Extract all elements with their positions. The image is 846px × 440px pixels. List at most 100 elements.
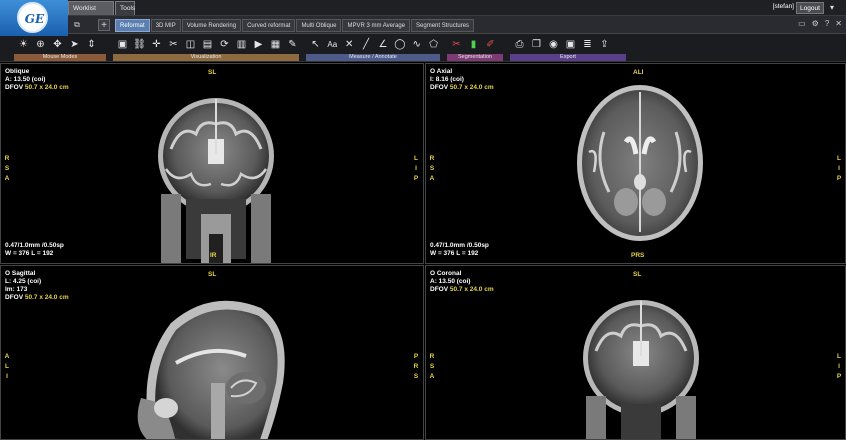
visualization-group: ▣ ⛓ ✛ ✂ ◫ ▤ ⟳ ▥ ▶ ▦ ✎ Visualization	[113, 35, 299, 61]
slice-thickness: 0.47/1.0mm /0.50sp	[430, 242, 489, 249]
tab-mpvr-average[interactable]: MPVR 3 mm Average	[342, 19, 411, 32]
help-icon[interactable]: ?	[825, 19, 829, 28]
orientation-top: ALI	[633, 69, 644, 76]
orientation-left: RSA	[429, 155, 435, 182]
measure-annotate-group: ↖ Aa ✕ ╱ ∠ ◯ ∿ ⬠ Measure / Annotate	[306, 35, 440, 61]
coronal-brain-image	[158, 98, 274, 263]
angle-icon[interactable]: ∠	[377, 38, 390, 51]
tab-volume-rendering[interactable]: Volume Rendering	[181, 19, 242, 32]
box-icon[interactable]: ▤	[201, 38, 214, 51]
arrow-icon[interactable]: ↖	[309, 38, 322, 51]
protocol-bar: ⧉ + Reformat 3D MIP Volume Rendering Cur…	[68, 16, 846, 34]
close-icon[interactable]: ✕	[835, 19, 842, 28]
ellipse-icon[interactable]: ◯	[393, 38, 406, 51]
orientation-right: LIP	[836, 353, 842, 380]
layout-toggle-icon[interactable]: ⧉	[70, 18, 84, 32]
dropdown-icon[interactable]: ▾	[830, 3, 834, 12]
orientation-left: RSA	[4, 155, 10, 182]
camera-icon[interactable]: ◉	[547, 38, 560, 51]
save-icon[interactable]: ▣	[564, 38, 577, 51]
scroll-icon[interactable]: ⇕	[85, 38, 98, 51]
paint-icon[interactable]: ✎	[286, 38, 299, 51]
cross-icon[interactable]: ✕	[343, 38, 356, 51]
dfov-readout: DFOV 50.7 x 24.0 cm	[5, 84, 69, 91]
scissors-icon[interactable]: ✂	[450, 38, 463, 51]
rotate-icon[interactable]: ⟳	[218, 38, 231, 51]
orientation-right: PRS	[413, 353, 419, 380]
pen-icon[interactable]: ✐	[484, 38, 497, 51]
slice-thickness: 0.47/1.0mm /0.50sp	[5, 242, 64, 249]
viewport-title: Oblique	[5, 68, 30, 75]
polygon-icon[interactable]: ⬠	[427, 38, 440, 51]
orientation-bottom: IR	[210, 252, 217, 259]
screen-layout-icon[interactable]: ▥	[235, 38, 248, 51]
region-grow-icon[interactable]: ▮	[467, 38, 480, 51]
report-icon[interactable]: ≣	[581, 38, 594, 51]
crosshair-icon[interactable]: ✛	[150, 38, 163, 51]
line-icon[interactable]: ╱	[360, 38, 373, 51]
logo-text: GE	[24, 12, 45, 26]
gear-icon[interactable]: ⚙	[812, 19, 819, 28]
window-level: W = 376 L = 192	[430, 250, 479, 257]
film-icon[interactable]: ▶	[252, 38, 265, 51]
dfov-readout: DFOV 50.7 x 24.0 cm	[430, 84, 494, 91]
viewport-axial[interactable]: O Axial I: 8.16 (coi) DFOV 50.7 x 24.0 c…	[425, 63, 846, 264]
viewport-info: O Sagittal L: 4.25 (coi) Im: 173 DFOV 50…	[5, 270, 69, 302]
viewport-sagittal[interactable]: O Sagittal L: 4.25 (coi) Im: 173 DFOV 50…	[0, 265, 424, 440]
user-label: [stefan]	[772, 3, 794, 10]
export-icon[interactable]: ⇪	[598, 38, 611, 51]
logout-button[interactable]: Logout	[796, 2, 824, 14]
coronal-brain-image	[583, 300, 699, 439]
brightness-icon[interactable]: ☀	[17, 38, 30, 51]
viewport-title: O Coronal	[430, 270, 462, 277]
curve-icon[interactable]: ∿	[410, 38, 423, 51]
grid-icon[interactable]: ▦	[269, 38, 282, 51]
copy-icon[interactable]: ❐	[530, 38, 543, 51]
group-label: Measure / Annotate	[306, 54, 440, 61]
print-icon[interactable]: ⎙	[513, 38, 526, 51]
top-bar: Worklist Browser Tools [stefan] Logout ▾	[0, 0, 846, 26]
zoom-icon[interactable]: ⊕	[34, 38, 47, 51]
segmentation-group: ✂ ▮ ✐ Segmentation	[447, 35, 503, 61]
pointer-icon[interactable]: ➤	[68, 38, 81, 51]
tab-tools[interactable]: Tools	[115, 1, 135, 15]
position-readout: A: 13.50 (coi)	[430, 278, 471, 285]
tab-curved-reformat[interactable]: Curved reformat	[242, 19, 296, 32]
tab-reformat[interactable]: Reformat	[115, 19, 150, 32]
viewport-coronal[interactable]: O Coronal A: 13.50 (coi) DFOV 50.7 x 24.…	[425, 265, 846, 440]
group-label: Mouse Modes	[14, 54, 106, 61]
text-icon[interactable]: Aa	[326, 38, 339, 51]
orientation-left: ALI	[4, 353, 10, 380]
cube-icon[interactable]: ◫	[184, 38, 197, 51]
viewport-title: O Sagittal	[5, 270, 36, 277]
viewport-info: O Coronal A: 13.50 (coi) DFOV 50.7 x 24.…	[430, 270, 494, 294]
axial-brain-image	[577, 85, 703, 241]
image-number: Im: 173	[5, 286, 28, 293]
tab-segment-structures[interactable]: Segment Structures	[411, 19, 475, 32]
viewport-info: O Axial I: 8.16 (coi) DFOV 50.7 x 24.0 c…	[430, 68, 494, 92]
orientation-bottom: PRS	[631, 252, 645, 259]
sagittal-brain-image	[137, 300, 285, 439]
export-group: ⎙ ❐ ◉ ▣ ≣ ⇪ Export	[510, 35, 626, 61]
cut-icon[interactable]: ✂	[167, 38, 180, 51]
screen-icon[interactable]: ▭	[798, 19, 806, 28]
orientation-top: SL	[208, 69, 217, 76]
tab-3d-mip[interactable]: 3D MIP	[150, 19, 181, 32]
slice-info: 0.47/1.0mm /0.50sp W = 376 L = 192	[430, 242, 489, 258]
dfov-readout: DFOV 50.7 x 24.0 cm	[5, 294, 69, 301]
ge-logo: GE	[0, 0, 68, 36]
logo-circle: GE	[17, 2, 48, 33]
link-icon[interactable]: ⛓	[133, 38, 146, 51]
tab-multi-oblique[interactable]: Multi Oblique	[296, 19, 342, 32]
viewport-oblique[interactable]: Oblique A: 13.50 (coi) DFOV 50.7 x 24.0 …	[0, 63, 424, 264]
layout-icon[interactable]: ▣	[116, 38, 129, 51]
orientation-right: LIP	[413, 155, 419, 182]
slice-info: 0.47/1.0mm /0.50sp W = 376 L = 192	[5, 242, 64, 258]
pan-icon[interactable]: ✥	[51, 38, 64, 51]
tab-worklist-browser[interactable]: Worklist Browser	[68, 1, 114, 26]
add-tab-button[interactable]: +	[98, 19, 110, 31]
orientation-right: LIP	[836, 155, 842, 182]
mouse-modes-group: ☀ ⊕ ✥ ➤ ⇕ Mouse Modes	[14, 35, 106, 61]
position-readout: I: 8.16 (coi)	[430, 76, 464, 83]
window-controls: ▭ ⚙ ? ✕	[798, 19, 842, 28]
